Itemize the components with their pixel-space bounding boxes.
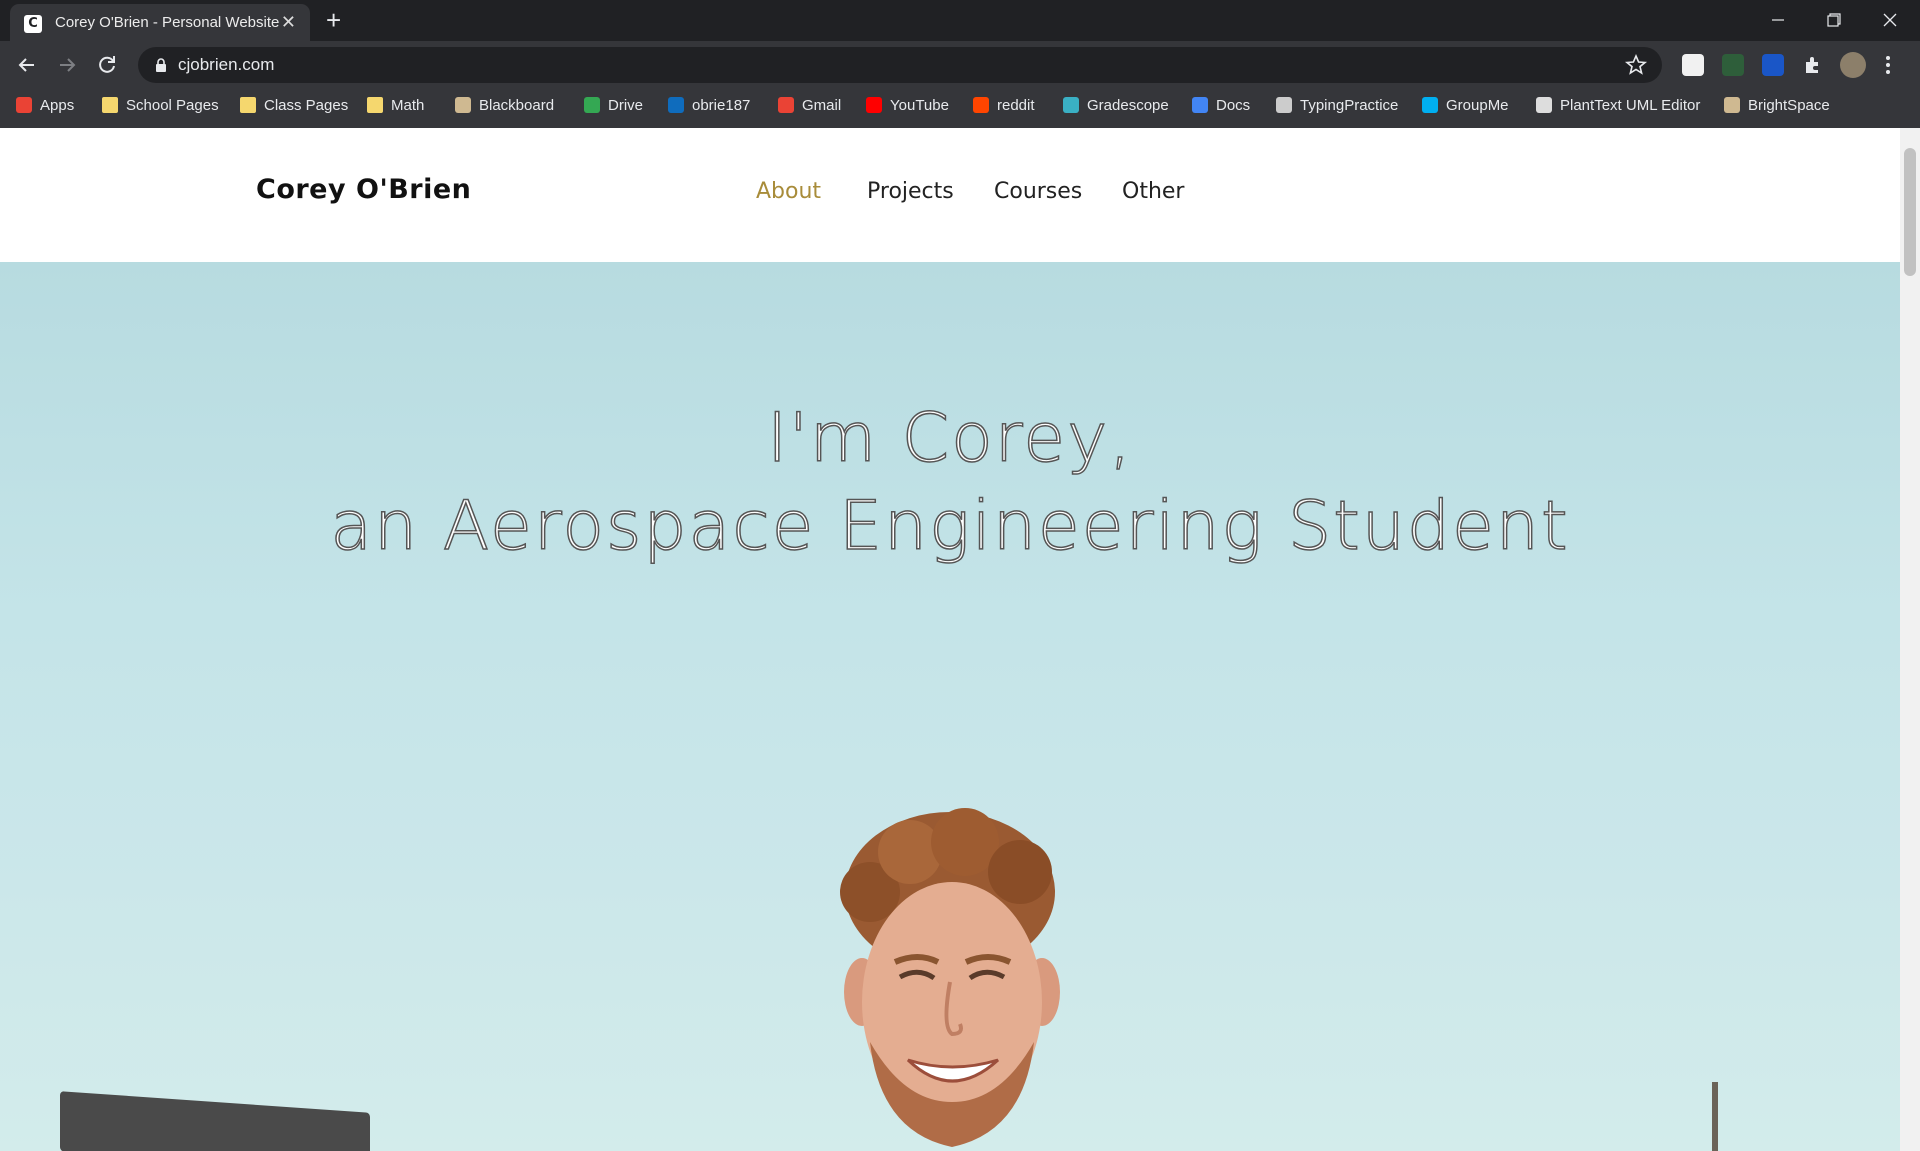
site-favicon-icon: C xyxy=(24,15,42,33)
apps-grid-icon xyxy=(16,97,32,113)
portrait-photo xyxy=(840,808,1060,1147)
page-scrollbar[interactable] xyxy=(1900,128,1920,1151)
bookmark-label: reddit xyxy=(997,96,1035,114)
hero-section: I'm Corey, an Aerospace Engineering Stud… xyxy=(0,262,1900,1151)
browser-toolbar: cjobrien.com xyxy=(0,41,1920,89)
groupme-icon xyxy=(1422,97,1438,113)
outlook-icon xyxy=(668,97,684,113)
bookmark-label: Gmail xyxy=(802,96,842,114)
bookmark-blackboard[interactable]: Blackboard xyxy=(455,89,554,121)
bookmark-label: BrightSpace xyxy=(1748,96,1830,114)
tab-close-icon[interactable]: ✕ xyxy=(281,12,296,32)
hero-heading-line2: an Aerospace Engineering Student xyxy=(330,486,1570,567)
close-window-button[interactable] xyxy=(1862,4,1918,36)
restore-button[interactable] xyxy=(1806,4,1862,36)
bookmark-obrie187[interactable]: obrie187 xyxy=(668,89,750,121)
purdue-icon xyxy=(455,97,471,113)
tab-title: Corey O'Brien - Personal Website xyxy=(55,14,280,31)
background-building xyxy=(60,1091,370,1151)
folder-icon xyxy=(240,97,256,113)
youtube-icon xyxy=(866,97,882,113)
lock-icon[interactable] xyxy=(154,57,168,78)
site-header: Corey O'Brien About Projects Courses Oth… xyxy=(0,128,1900,262)
docs-icon xyxy=(1192,97,1208,113)
url-text[interactable]: cjobrien.com xyxy=(178,55,274,75)
bookmark-drive[interactable]: Drive xyxy=(584,89,643,121)
minimize-button[interactable] xyxy=(1750,4,1806,36)
typing-icon xyxy=(1276,97,1292,113)
bookmark-brightspace[interactable]: BrightSpace xyxy=(1724,89,1830,121)
gradescope-icon xyxy=(1063,97,1079,113)
page-viewport: Corey O'Brien About Projects Courses Oth… xyxy=(0,128,1900,1151)
browser-chrome: C Corey O'Brien - Personal Website ✕ + c… xyxy=(0,0,1920,128)
reddit-icon xyxy=(973,97,989,113)
screen-extension-icon[interactable] xyxy=(1722,54,1744,76)
tab-active[interactable]: C Corey O'Brien - Personal Website ✕ xyxy=(10,4,310,41)
bitwarden-extension-icon[interactable] xyxy=(1762,54,1784,76)
bookmark-label: GroupMe xyxy=(1446,96,1509,114)
bookmark-groupme[interactable]: GroupMe xyxy=(1422,89,1509,121)
bookmark-class-pages[interactable]: Class Pages xyxy=(240,89,348,121)
bookmark-label: Class Pages xyxy=(264,96,349,114)
nav-about[interactable]: About xyxy=(756,179,821,204)
nav-other[interactable]: Other xyxy=(1122,179,1184,204)
bookmark-youtube[interactable]: YouTube xyxy=(866,89,949,121)
bookmark-label: Math xyxy=(391,96,425,114)
browser-menu-icon[interactable] xyxy=(1884,54,1892,76)
bookmark-docs[interactable]: Docs xyxy=(1192,89,1250,121)
nav-projects[interactable]: Projects xyxy=(867,179,954,204)
address-bar[interactable]: cjobrien.com xyxy=(138,47,1662,83)
bookmark-apps[interactable]: Apps xyxy=(16,89,74,121)
bookmark-label: School Pages xyxy=(126,96,219,114)
bookmark-label: PlantText UML Editor xyxy=(1560,96,1701,114)
extensions-puzzle-icon[interactable] xyxy=(1802,54,1824,76)
nav-courses[interactable]: Courses xyxy=(994,179,1082,204)
bookmark-label: Gradescope xyxy=(1087,96,1169,114)
bookmark-star-icon[interactable] xyxy=(1624,53,1648,82)
bookmark-label: TypingPractice xyxy=(1300,96,1399,114)
forward-button[interactable] xyxy=(54,52,80,78)
bookmark-label: Blackboard xyxy=(479,96,555,114)
bookmark-label: obrie187 xyxy=(692,96,751,114)
purdue-icon xyxy=(1724,97,1740,113)
background-pole xyxy=(1712,1082,1718,1151)
profile-avatar[interactable] xyxy=(1840,52,1866,78)
bookmark-label: Drive xyxy=(608,96,644,114)
bookmark-typingpractice[interactable]: TypingPractice xyxy=(1276,89,1398,121)
back-button[interactable] xyxy=(14,52,40,78)
scrollbar-thumb[interactable] xyxy=(1904,148,1916,276)
bookmark-reddit[interactable]: reddit xyxy=(973,89,1035,121)
bookmark-gmail[interactable]: Gmail xyxy=(778,89,841,121)
bookmarks-bar: Apps School Pages Class Pages Math Blackboar… xyxy=(0,89,1920,128)
title-bar: C Corey O'Brien - Personal Website ✕ + xyxy=(0,0,1920,41)
drive-icon xyxy=(584,97,600,113)
bookmark-planttext-uml-editor[interactable]: PlantText UML Editor xyxy=(1536,89,1700,121)
planttext-icon xyxy=(1536,97,1552,113)
hero-heading-line1: I'm Corey, xyxy=(766,398,1133,479)
new-tab-button[interactable]: + xyxy=(326,6,341,34)
folder-icon xyxy=(367,97,383,113)
folder-icon xyxy=(102,97,118,113)
bookmark-label: YouTube xyxy=(890,96,949,114)
bookmark-label: Apps xyxy=(40,96,75,114)
bookmark-school-pages[interactable]: School Pages xyxy=(102,89,219,121)
site-brand[interactable]: Corey O'Brien xyxy=(256,174,471,205)
wikipedia-extension-icon[interactable] xyxy=(1682,54,1704,76)
bookmark-gradescope[interactable]: Gradescope xyxy=(1063,89,1169,121)
bookmark-label: Docs xyxy=(1216,96,1251,114)
bookmark-math[interactable]: Math xyxy=(367,89,424,121)
gmail-icon xyxy=(778,97,794,113)
reload-button[interactable] xyxy=(94,52,120,78)
